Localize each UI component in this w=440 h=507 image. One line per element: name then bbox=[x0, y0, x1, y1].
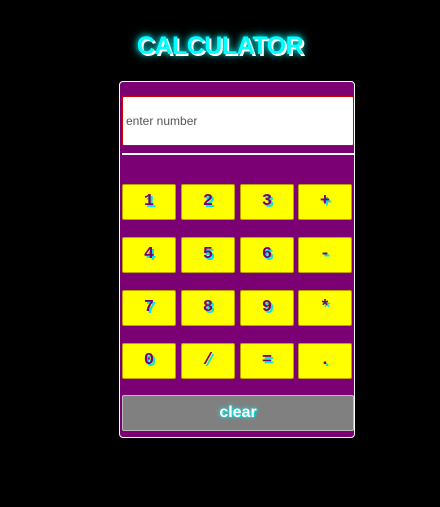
key-1[interactable]: 1 bbox=[122, 184, 176, 220]
key-6[interactable]: 6 bbox=[240, 237, 294, 273]
key-4[interactable]: 4 bbox=[122, 237, 176, 273]
key-decimal[interactable]: . bbox=[298, 343, 352, 379]
key-equals[interactable]: = bbox=[240, 343, 294, 379]
key-7[interactable]: 7 bbox=[122, 290, 176, 326]
clear-button[interactable]: clear bbox=[122, 395, 354, 431]
number-input[interactable] bbox=[122, 96, 354, 146]
key-0[interactable]: 0 bbox=[122, 343, 176, 379]
key-9[interactable]: 9 bbox=[240, 290, 294, 326]
key-divide[interactable]: / bbox=[181, 343, 235, 379]
key-multiply[interactable]: * bbox=[298, 290, 352, 326]
key-2[interactable]: 2 bbox=[181, 184, 235, 220]
key-minus[interactable]: - bbox=[298, 237, 352, 273]
key-plus[interactable]: + bbox=[298, 184, 352, 220]
divider bbox=[122, 153, 354, 155]
key-8[interactable]: 8 bbox=[181, 290, 235, 326]
app-title: CALCULATOR bbox=[136, 32, 304, 60]
calculator-panel: 1 2 3 + 4 5 6 - 7 8 9 * 0 / = . clear bbox=[119, 81, 355, 438]
key-3[interactable]: 3 bbox=[240, 184, 294, 220]
key-5[interactable]: 5 bbox=[181, 237, 235, 273]
